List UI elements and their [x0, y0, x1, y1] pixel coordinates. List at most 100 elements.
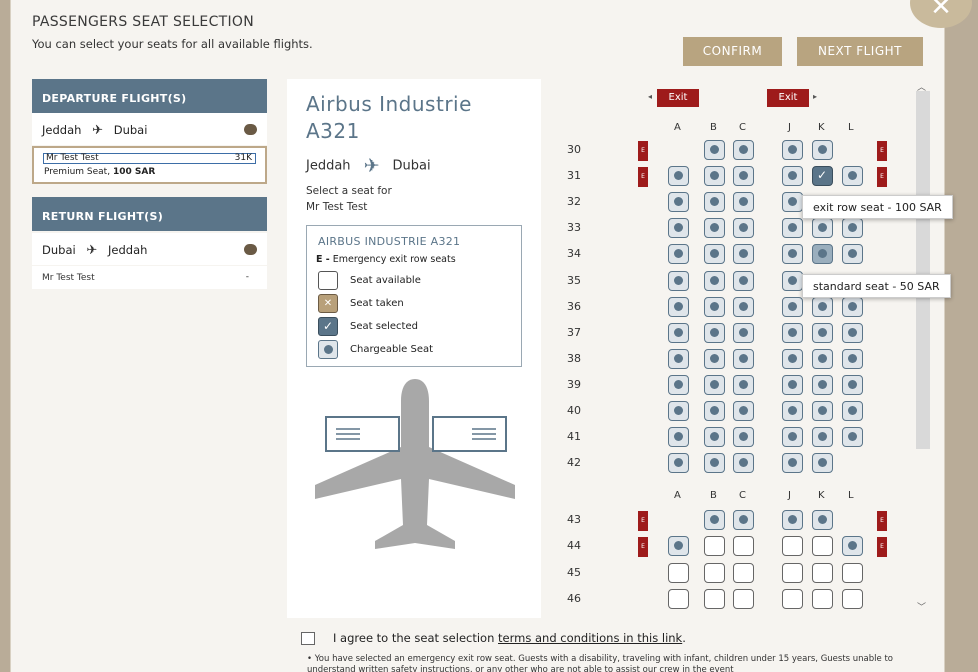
seat-41b[interactable]	[704, 427, 725, 448]
next-flight-button[interactable]: NEXT FLIGHT	[797, 37, 923, 66]
seat-36k[interactable]	[812, 296, 833, 317]
seat-30j[interactable]	[782, 140, 803, 160]
seat-39j[interactable]	[782, 374, 803, 395]
seat-46l[interactable]	[842, 588, 863, 609]
confirm-button[interactable]: CONFIRM	[683, 37, 782, 66]
seat-42k[interactable]	[812, 453, 833, 474]
collapse-toggle-icon[interactable]	[244, 244, 257, 255]
seat-37l[interactable]	[842, 322, 863, 343]
seat-42c[interactable]	[733, 453, 754, 474]
seat-45l[interactable]	[842, 562, 863, 583]
seat-41l[interactable]	[842, 427, 863, 448]
seat-38c[interactable]	[733, 348, 754, 369]
seat-40b[interactable]	[704, 401, 725, 421]
seat-36j[interactable]	[782, 296, 803, 317]
seatmap-scrollbar[interactable]: ︿ ﹀	[912, 79, 934, 618]
seat-36b[interactable]	[704, 296, 725, 317]
seat-31b[interactable]	[704, 166, 725, 187]
seat-40c[interactable]	[733, 401, 754, 421]
seat-32a[interactable]	[668, 192, 689, 213]
seat-33a[interactable]	[668, 218, 689, 239]
seat-32b[interactable]	[704, 192, 725, 213]
seat-45a[interactable]	[668, 562, 689, 583]
seat-40k[interactable]	[812, 401, 833, 421]
return-heading[interactable]: RETURN FLIGHT(S)	[32, 197, 267, 231]
terms-link[interactable]: terms and conditions in this link	[498, 631, 682, 645]
seat-37a[interactable]	[668, 322, 689, 343]
seat-46j[interactable]	[782, 588, 803, 609]
seat-46k[interactable]	[812, 588, 833, 609]
seat-38k[interactable]	[812, 348, 833, 369]
seat-35c[interactable]	[733, 270, 754, 291]
seat-46a[interactable]	[668, 588, 689, 609]
seat-44c[interactable]	[733, 536, 754, 557]
seat-43b[interactable]	[704, 510, 725, 530]
departure-passenger-selection[interactable]: Mr Test Test 31K Premium Seat, 100 SAR	[32, 146, 267, 184]
seat-39c[interactable]	[733, 374, 754, 395]
return-passenger-row[interactable]: Mr Test Test -	[32, 266, 267, 289]
seat-46c[interactable]	[733, 588, 754, 609]
return-route-row[interactable]: Dubai ✈ Jeddah	[32, 233, 267, 265]
seat-33l[interactable]	[842, 218, 863, 239]
seat-40l[interactable]	[842, 401, 863, 421]
seat-41a[interactable]	[668, 427, 689, 448]
seat-33j[interactable]	[782, 218, 803, 239]
seat-39l[interactable]	[842, 374, 863, 395]
seat-45j[interactable]	[782, 562, 803, 583]
seat-37b[interactable]	[704, 322, 725, 343]
seat-39k[interactable]	[812, 374, 833, 395]
seat-34l[interactable]	[842, 244, 863, 265]
seat-34c[interactable]	[733, 244, 754, 265]
collapse-toggle-icon[interactable]	[244, 124, 257, 135]
agree-checkbox[interactable]	[301, 632, 315, 645]
seat-39b[interactable]	[704, 374, 725, 395]
seat-45c[interactable]	[733, 562, 754, 583]
seat-41j[interactable]	[782, 427, 803, 448]
seat-31a[interactable]	[668, 166, 689, 187]
seat-44k[interactable]	[812, 536, 833, 557]
seat-35j[interactable]	[782, 270, 803, 291]
seat-30k[interactable]	[812, 140, 833, 160]
seat-42j[interactable]	[782, 453, 803, 474]
seat-30c[interactable]	[733, 140, 754, 160]
seat-32j[interactable]	[782, 192, 803, 213]
scroll-down-icon[interactable]: ﹀	[917, 600, 926, 613]
seat-43c[interactable]	[733, 510, 754, 530]
seat-33c[interactable]	[733, 218, 754, 239]
seat-43k[interactable]	[812, 510, 833, 530]
seat-42a[interactable]	[668, 453, 689, 474]
seat-46b[interactable]	[704, 588, 725, 609]
seat-40a[interactable]	[668, 401, 689, 421]
seat-37j[interactable]	[782, 322, 803, 343]
seat-39a[interactable]	[668, 374, 689, 395]
seat-44l[interactable]	[842, 536, 863, 557]
seat-44j[interactable]	[782, 536, 803, 557]
seat-36c[interactable]	[733, 296, 754, 317]
seat-38a[interactable]	[668, 348, 689, 369]
departure-route-row[interactable]: Jeddah ✈ Dubai	[32, 113, 267, 145]
seat-36a[interactable]	[668, 296, 689, 317]
seat-36l[interactable]	[842, 296, 863, 317]
seat-43j[interactable]	[782, 510, 803, 530]
seat-34a[interactable]	[668, 244, 689, 265]
seat-38b[interactable]	[704, 348, 725, 369]
seat-41k[interactable]	[812, 427, 833, 448]
seat-40j[interactable]	[782, 401, 803, 421]
seat-31l[interactable]	[842, 166, 863, 187]
seat-31j[interactable]	[782, 166, 803, 187]
departure-heading[interactable]: DEPARTURE FLIGHT(S)	[32, 79, 267, 113]
seat-35b[interactable]	[704, 270, 725, 291]
seat-31c[interactable]	[733, 166, 754, 187]
seat-32c[interactable]	[733, 192, 754, 213]
seat-38j[interactable]	[782, 348, 803, 369]
seat-34b[interactable]	[704, 244, 725, 265]
seat-37k[interactable]	[812, 322, 833, 343]
scroll-thumb[interactable]	[916, 91, 930, 449]
seat-33b[interactable]	[704, 218, 725, 239]
seat-38l[interactable]	[842, 348, 863, 369]
seat-31k[interactable]	[812, 166, 833, 187]
seat-33k[interactable]	[812, 218, 833, 239]
seat-37c[interactable]	[733, 322, 754, 343]
seat-34j[interactable]	[782, 244, 803, 265]
seat-34k[interactable]	[812, 244, 833, 265]
